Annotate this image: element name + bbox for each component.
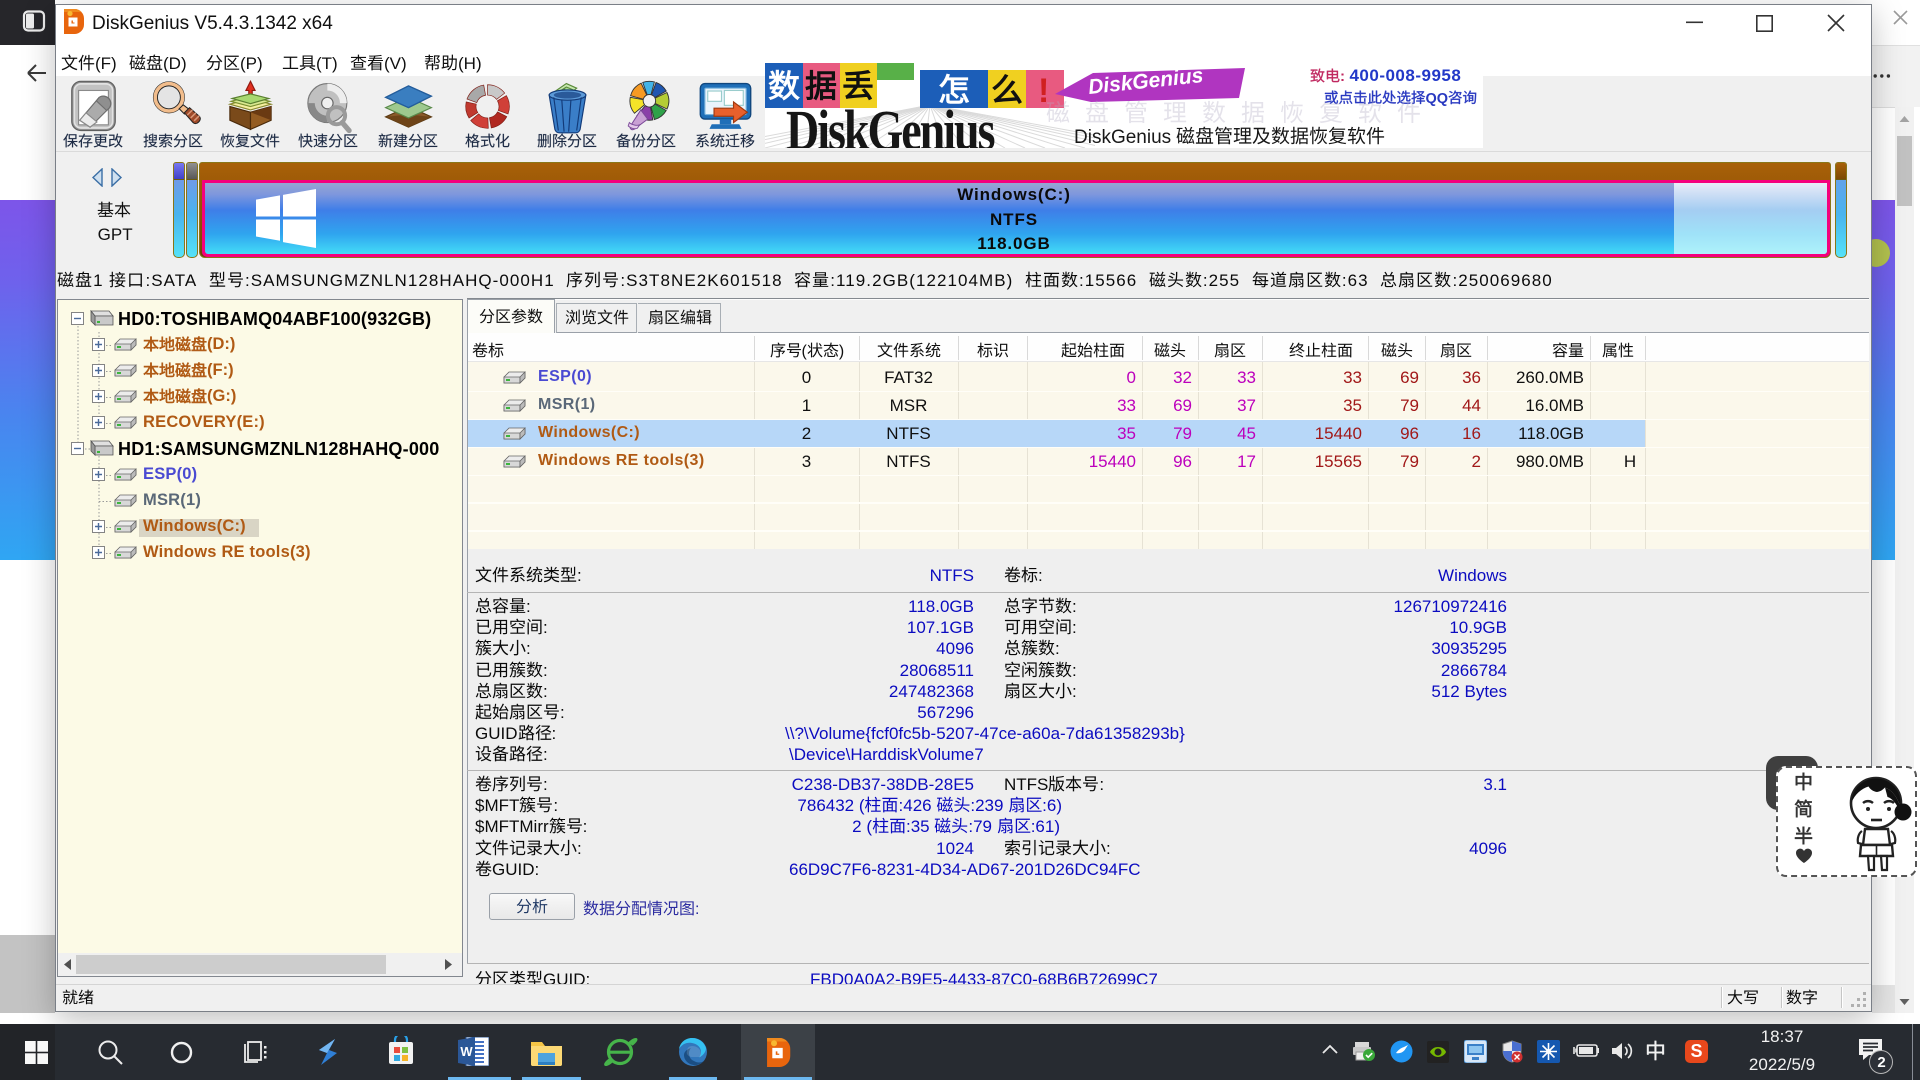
svg-text:W: W <box>460 1044 473 1059</box>
